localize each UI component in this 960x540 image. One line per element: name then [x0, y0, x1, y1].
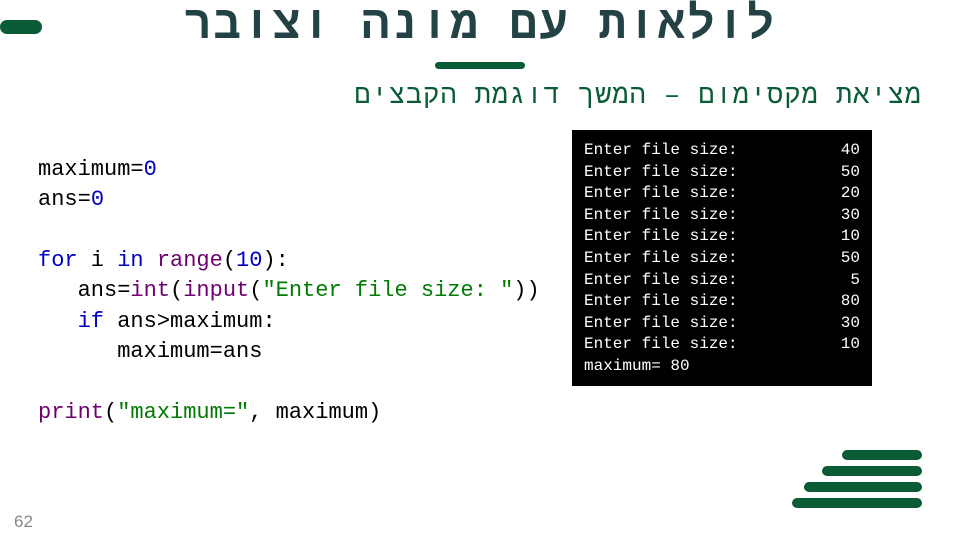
console-result: maximum= 80 — [584, 356, 860, 378]
console-row: Enter file size:40 — [584, 140, 860, 162]
console-row: Enter file size:50 — [584, 248, 860, 270]
console-row: Enter file size:80 — [584, 291, 860, 313]
code-block: maximum=0 ans=0 for i in range(10): ans=… — [38, 155, 538, 428]
console-output: Enter file size:40 Enter file size:50 En… — [572, 130, 872, 386]
title-underline-icon — [435, 62, 525, 69]
console-row: Enter file size:30 — [584, 205, 860, 227]
console-row: Enter file size:5 — [584, 270, 860, 292]
console-row: Enter file size:50 — [584, 162, 860, 184]
slide-title: לולאות עם מונה וצובר — [0, 0, 960, 52]
console-row: Enter file size:20 — [584, 183, 860, 205]
page-number: 62 — [14, 512, 33, 532]
console-row: Enter file size:30 — [584, 313, 860, 335]
slide: לולאות עם מונה וצובר מציאת מקסימום – המש… — [0, 0, 960, 540]
console-row: Enter file size:10 — [584, 334, 860, 356]
slide-subtitle: מציאת מקסימום – המשך דוגמת הקבצים — [0, 82, 922, 112]
scribble-icon — [792, 450, 922, 508]
console-row: Enter file size:10 — [584, 226, 860, 248]
code-text: maximum=0 ans=0 for i in range(10): ans=… — [38, 157, 540, 425]
